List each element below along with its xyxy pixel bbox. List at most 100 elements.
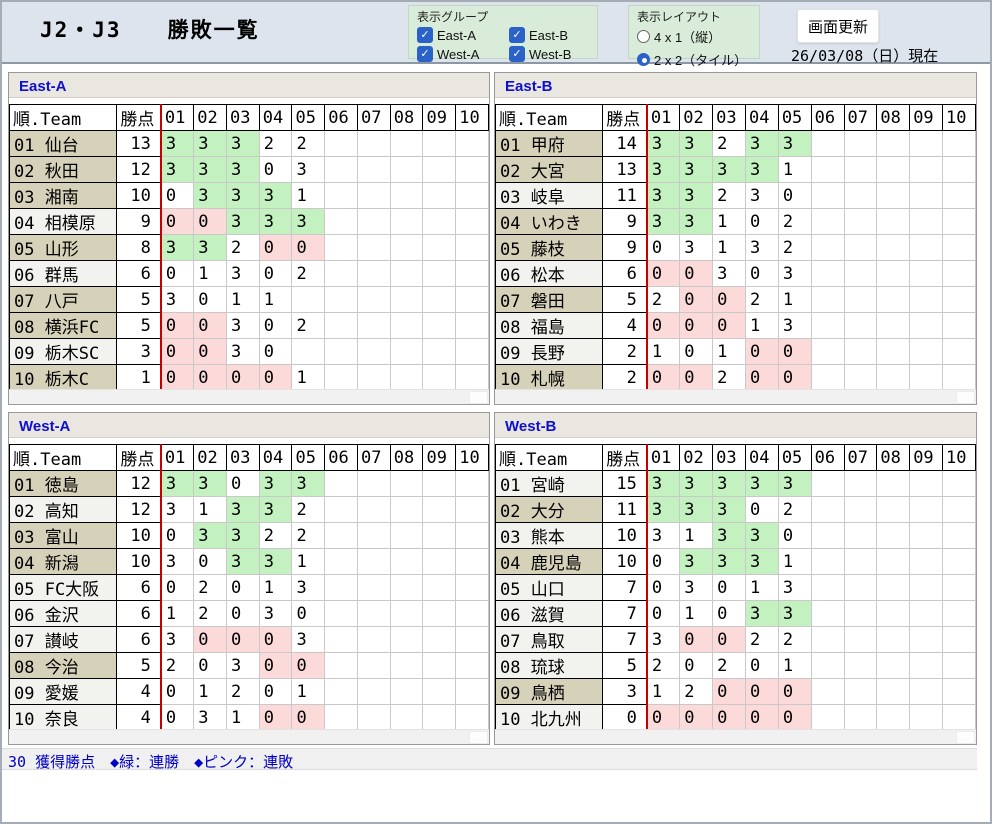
horizontal-scrollbar[interactable]	[495, 389, 976, 404]
result-cell: 0	[259, 653, 292, 679]
result-cell	[910, 365, 943, 391]
checkbox-west-a[interactable]: ✓West-A	[417, 46, 509, 62]
result-cell	[456, 131, 489, 157]
team-row: 07 磐田520021	[496, 287, 976, 313]
result-cell	[390, 313, 423, 339]
column-header-team: 順.Team	[496, 105, 603, 131]
team-name-cell: 01 仙台	[10, 131, 117, 157]
result-cell: 0	[647, 365, 680, 391]
result-cell: 0	[647, 549, 680, 575]
result-cell: 3	[226, 209, 259, 235]
result-cell: 1	[713, 209, 746, 235]
team-row: 02 秋田1233303	[10, 157, 489, 183]
points-cell: 6	[117, 261, 161, 287]
result-cell: 0	[161, 523, 194, 549]
result-cell: 3	[680, 575, 713, 601]
result-cell	[357, 653, 390, 679]
result-cell: 3	[680, 235, 713, 261]
result-cell	[811, 131, 844, 157]
points-cell: 6	[117, 575, 161, 601]
result-cell: 3	[745, 183, 778, 209]
result-cell: 0	[745, 209, 778, 235]
team-row: 08 横浜FC500302	[10, 313, 489, 339]
radio-layout-2-x-2[interactable]: 2 x 2（タイル）	[637, 50, 751, 69]
column-header-round-08: 08	[877, 445, 910, 471]
checkbox-label: West-B	[529, 47, 571, 62]
team-name-cell: 05 藤枝	[496, 235, 603, 261]
checkbox-east-a[interactable]: ✓East-A	[417, 27, 509, 43]
result-cell: 3	[713, 549, 746, 575]
result-cell	[357, 183, 390, 209]
result-cell	[325, 209, 358, 235]
result-cell	[943, 157, 976, 183]
horizontal-scrollbar[interactable]	[9, 729, 489, 744]
points-cell: 8	[117, 235, 161, 261]
team-name-cell: 09 鳥栖	[496, 679, 603, 705]
result-cell: 2	[259, 523, 292, 549]
column-header-round-01: 01	[647, 105, 680, 131]
result-cell	[910, 261, 943, 287]
result-cell: 0	[259, 157, 292, 183]
result-cell	[423, 705, 456, 731]
result-cell: 1	[226, 705, 259, 731]
result-cell	[811, 209, 844, 235]
group-panel-west-b: West-B順.Team勝点0102030405060708091001 宮崎1…	[494, 412, 977, 745]
checkbox-west-b[interactable]: ✓West-B	[509, 46, 589, 62]
group-title: East-B	[495, 73, 976, 98]
result-cell	[910, 339, 943, 365]
column-header-round-03: 03	[713, 105, 746, 131]
column-header-round-05: 05	[778, 445, 811, 471]
result-cell	[844, 365, 877, 391]
result-cell	[325, 287, 358, 313]
date-label: 26/03/08（日）現在	[791, 45, 938, 66]
radio-label: 2 x 2（タイル）	[654, 50, 747, 69]
result-cell: 2	[713, 183, 746, 209]
result-cell: 3	[292, 157, 325, 183]
result-cell	[943, 261, 976, 287]
result-cell: 0	[680, 627, 713, 653]
team-row: 05 山口703013	[496, 575, 976, 601]
display-group-fieldset: 表示グループ ✓East-A✓East-B✓West-A✓West-B	[408, 5, 598, 59]
horizontal-scrollbar[interactable]	[495, 729, 976, 744]
team-name-cell: 07 讃岐	[10, 627, 117, 653]
refresh-button[interactable]: 画面更新	[797, 9, 879, 43]
points-cell: 7	[603, 601, 647, 627]
column-header-round-07: 07	[357, 445, 390, 471]
result-cell: 3	[226, 313, 259, 339]
result-cell: 3	[194, 131, 227, 157]
group-panels-grid: East-A順.Team勝点0102030405060708091001 仙台1…	[8, 72, 990, 745]
result-cell	[943, 575, 976, 601]
column-header-team: 順.Team	[10, 445, 117, 471]
result-cell: 0	[194, 287, 227, 313]
result-cell: 3	[745, 471, 778, 497]
checkbox-east-b[interactable]: ✓East-B	[509, 27, 589, 43]
result-cell	[357, 261, 390, 287]
radio-layout-4-x-1[interactable]: 4 x 1（縦）	[637, 27, 751, 46]
result-cell	[844, 549, 877, 575]
group-table-area: 順.Team勝点0102030405060708091001 甲府1433233…	[495, 104, 976, 391]
points-cell: 6	[117, 601, 161, 627]
result-cell: 3	[680, 209, 713, 235]
result-cell	[357, 313, 390, 339]
result-cell	[456, 497, 489, 523]
result-cell: 0	[161, 261, 194, 287]
result-cell: 3	[647, 523, 680, 549]
column-header-round-06: 06	[811, 445, 844, 471]
result-cell	[390, 575, 423, 601]
result-cell	[325, 183, 358, 209]
team-name-cell: 04 新潟	[10, 549, 117, 575]
result-cell	[943, 627, 976, 653]
result-cell: 3	[745, 131, 778, 157]
column-header-round-09: 09	[423, 105, 456, 131]
horizontal-scrollbar[interactable]	[9, 389, 489, 404]
result-cell	[456, 157, 489, 183]
team-name-cell: 03 湘南	[10, 183, 117, 209]
result-cell: 1	[778, 653, 811, 679]
result-cell: 0	[194, 313, 227, 339]
results-table: 順.Team勝点0102030405060708091001 徳島1233033…	[9, 444, 489, 731]
result-cell: 3	[292, 209, 325, 235]
team-row: 09 鳥栖312000	[496, 679, 976, 705]
result-cell	[325, 575, 358, 601]
result-cell	[943, 183, 976, 209]
team-row: 05 FC大阪602013	[10, 575, 489, 601]
